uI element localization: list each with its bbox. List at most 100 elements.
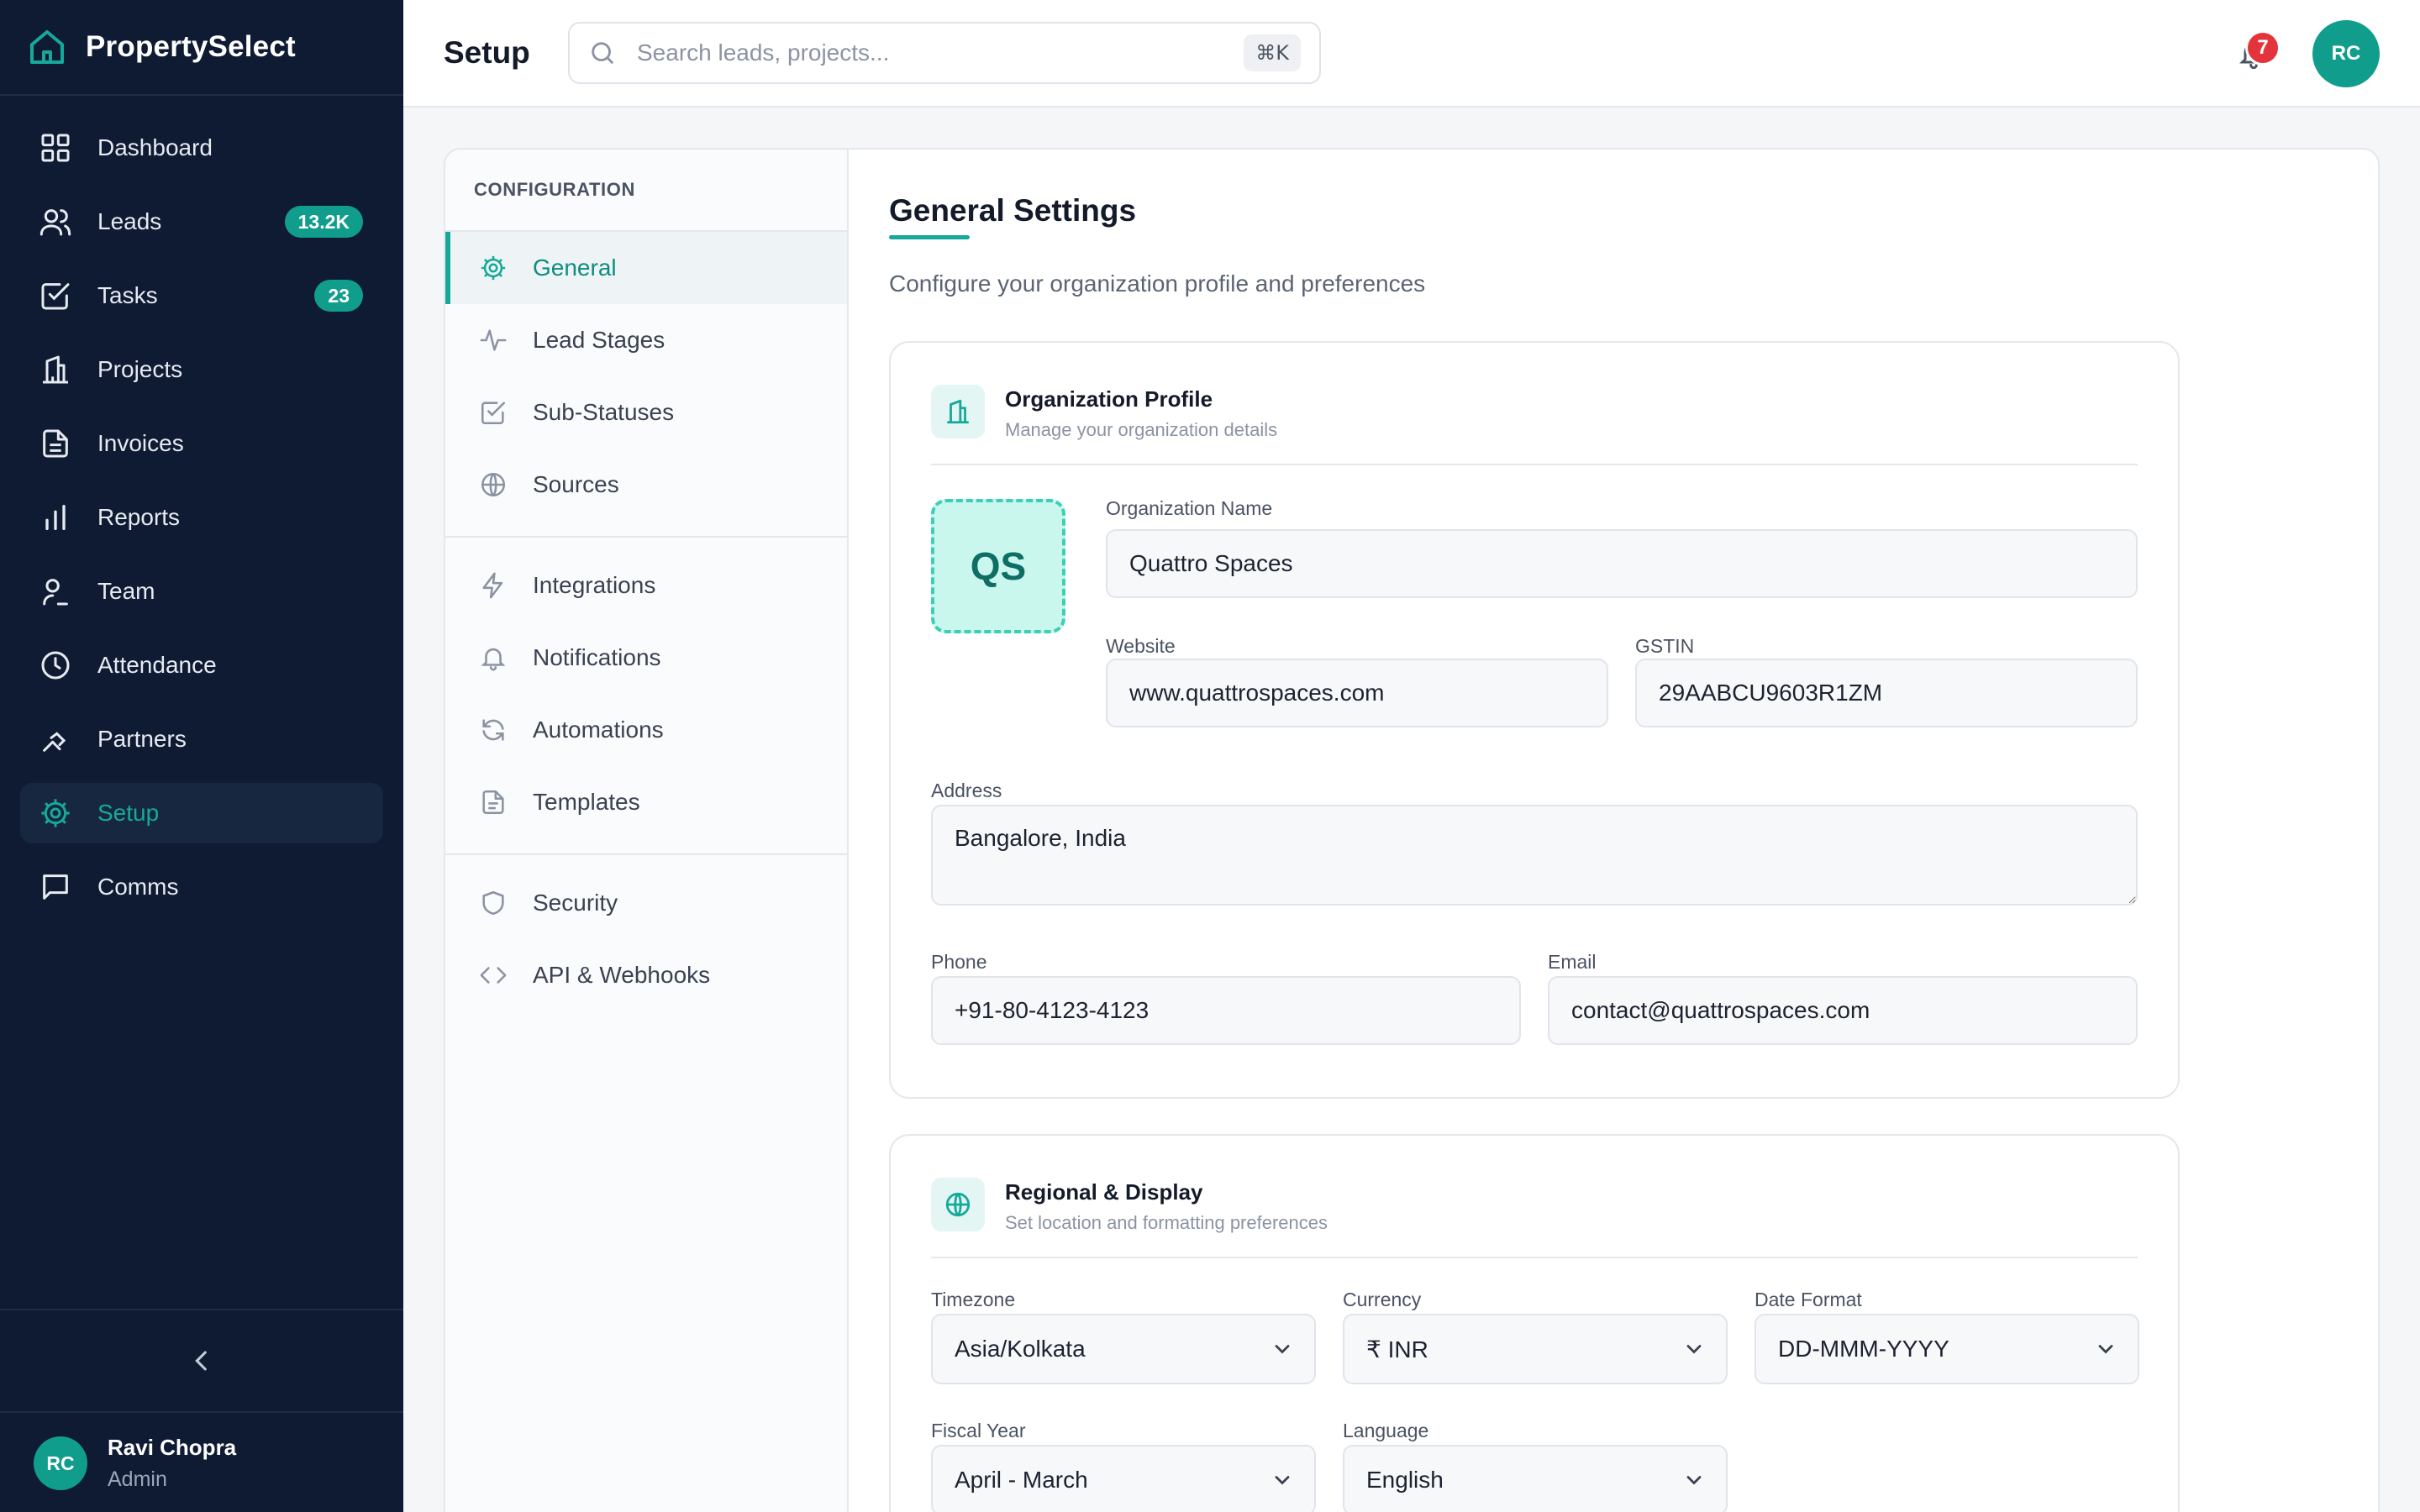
sidebar-item-tasks[interactable]: Tasks 23 xyxy=(20,265,383,326)
general-settings: General Settings Configure your organiza… xyxy=(849,150,2378,1512)
config-item-sources[interactable]: Sources xyxy=(445,449,847,521)
config-item-label: Lead Stages xyxy=(533,327,666,353)
sidebar-item-label: Partners xyxy=(97,726,187,752)
user-role: Admin xyxy=(108,1467,167,1491)
sidebar-item-label: Dashboard xyxy=(97,134,213,160)
config-item-general[interactable]: General xyxy=(445,232,847,304)
sidebar-item-projects[interactable]: Projects xyxy=(20,339,383,400)
bell-icon xyxy=(481,648,506,671)
sidebar-item-setup[interactable]: Setup xyxy=(20,783,383,843)
sidebar-item-label: Comms xyxy=(97,874,179,900)
config-item-templates[interactable]: Templates xyxy=(445,766,847,838)
chevron-down-icon xyxy=(2098,1345,2113,1354)
sidebar-item-comms[interactable]: Comms xyxy=(20,857,383,917)
gear-icon xyxy=(481,255,506,281)
currency-value: ₹ INR xyxy=(1366,1336,1428,1362)
card-header: Organization Profile Manage your organiz… xyxy=(931,385,2138,465)
config-group-workflow: Integrations Notifications Automations T… xyxy=(445,549,847,838)
sidebar-item-dashboard[interactable]: Dashboard xyxy=(20,118,383,178)
config-item-label: API & Webhooks xyxy=(533,962,711,988)
sidebar-item-attendance[interactable]: Attendance xyxy=(20,635,383,696)
title-underline xyxy=(889,235,970,239)
card-icon xyxy=(931,1178,985,1231)
sidebar-item-label: Team xyxy=(97,578,155,604)
user-avatar-button[interactable]: RC xyxy=(2312,20,2380,87)
config-item-integrations[interactable]: Integrations xyxy=(445,549,847,622)
brand-name: PropertySelect xyxy=(86,30,296,63)
file-text-icon xyxy=(43,429,68,458)
config-group-security: Security API & Webhooks xyxy=(445,867,847,1011)
config-item-sub-statuses[interactable]: Sub-Statuses xyxy=(445,376,847,449)
config-item-automations[interactable]: Automations xyxy=(445,694,847,766)
address-textarea[interactable]: Bangalore, India xyxy=(931,805,2138,906)
chevron-down-icon xyxy=(1275,1345,1290,1354)
organization-logo-upload[interactable]: QS xyxy=(931,499,1065,633)
timezone-select[interactable]: Asia/Kolkata xyxy=(931,1314,1316,1384)
sidebar-item-label: Invoices xyxy=(97,430,184,456)
config-item-notifications[interactable]: Notifications xyxy=(445,622,847,694)
collapse-sidebar-button[interactable] xyxy=(0,1309,403,1413)
users-icon xyxy=(39,209,71,236)
sidebar-item-partners[interactable]: Partners xyxy=(20,709,383,769)
sidebar-item-invoices[interactable]: Invoices xyxy=(20,413,383,474)
sidebar-item-leads[interactable]: Leads 13.2K xyxy=(20,192,383,252)
language-select[interactable]: English xyxy=(1343,1445,1728,1512)
fiscal-year-select[interactable]: April - March xyxy=(931,1445,1316,1512)
fiscal-year-value: April - March xyxy=(955,1467,1088,1493)
date-format-label: Date Format xyxy=(1754,1289,1862,1310)
leads-count-badge: 13.2K xyxy=(284,206,363,238)
check-square-icon xyxy=(481,402,506,425)
config-item-security[interactable]: Security xyxy=(445,867,847,939)
building-icon xyxy=(947,399,969,424)
shield-icon xyxy=(482,890,504,916)
sidebar: PropertySelect Dashboard Leads 13.2K Tas… xyxy=(0,0,403,1512)
config-item-api-webhooks[interactable]: API & Webhooks xyxy=(445,939,847,1011)
card-description: Set location and formatting preferences xyxy=(1005,1212,1328,1233)
zap-icon xyxy=(482,572,503,599)
brand[interactable]: PropertySelect xyxy=(0,0,403,96)
tasks-count-badge: 23 xyxy=(314,280,363,312)
date-format-select[interactable]: DD-MMM-YYYY xyxy=(1754,1314,2139,1384)
search-box[interactable]: ⌘K xyxy=(568,22,1321,84)
refresh-icon xyxy=(482,719,504,741)
config-item-label: Notifications xyxy=(533,644,661,670)
sidebar-item-label: Tasks xyxy=(97,282,158,308)
sidebar-item-team[interactable]: Team xyxy=(20,561,383,622)
current-user[interactable]: RC Ravi Chopra Admin xyxy=(34,1435,236,1492)
card-header: Regional & Display Set location and form… xyxy=(931,1178,2138,1258)
globe-icon xyxy=(481,472,506,497)
file-icon xyxy=(482,790,504,815)
card-title: Organization Profile xyxy=(1005,386,1213,412)
gstin-label: GSTIN xyxy=(1635,635,1695,657)
website-input[interactable] xyxy=(1106,659,1608,727)
gstin-input[interactable] xyxy=(1635,659,2138,727)
code-icon xyxy=(480,967,507,984)
activity-icon xyxy=(480,329,507,351)
fiscal-year-label: Fiscal Year xyxy=(931,1420,1026,1441)
org-name-input[interactable] xyxy=(1106,529,2138,598)
sidebar-item-reports[interactable]: Reports xyxy=(20,487,383,548)
sidebar-item-label: Leads xyxy=(97,208,162,234)
config-item-label: Security xyxy=(533,890,618,916)
configuration-nav: CONFIGURATION General Lead Stages Sub-St… xyxy=(445,150,849,1512)
email-input[interactable] xyxy=(1548,976,2138,1045)
address-label: Address xyxy=(931,780,1002,801)
config-item-lead-stages[interactable]: Lead Stages xyxy=(445,304,847,376)
configuration-heading: CONFIGURATION xyxy=(445,150,847,232)
notification-count-badge: 7 xyxy=(2245,30,2281,66)
avatar: RC xyxy=(34,1436,87,1490)
website-label: Website xyxy=(1106,635,1176,657)
main-nav: Dashboard Leads 13.2K Tasks 23 Projects … xyxy=(0,96,403,917)
check-square-icon xyxy=(41,283,70,310)
setup-panel: CONFIGURATION General Lead Stages Sub-St… xyxy=(444,148,2380,1512)
organization-profile-card: Organization Profile Manage your organiz… xyxy=(889,341,2180,1099)
email-label: Email xyxy=(1548,951,1597,973)
currency-select[interactable]: ₹ INR xyxy=(1343,1314,1728,1384)
language-value: English xyxy=(1366,1467,1444,1493)
card-description: Manage your organization details xyxy=(1005,419,1278,440)
phone-input[interactable] xyxy=(931,976,1521,1045)
currency-label: Currency xyxy=(1343,1289,1422,1310)
clock-icon xyxy=(41,651,70,680)
search-input[interactable] xyxy=(637,39,1244,66)
chevron-down-icon xyxy=(1686,1476,1702,1485)
